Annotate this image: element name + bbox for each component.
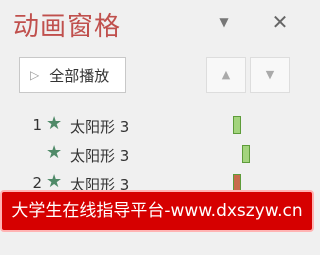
move-up-button[interactable]: ▲ <box>206 57 246 93</box>
chevron-down-icon[interactable]: ▼ <box>212 10 236 34</box>
animation-name: 太阳形 3 <box>70 118 130 136</box>
play-all-label: 全部播放 <box>49 66 110 85</box>
star-icon: ★ <box>46 142 63 163</box>
close-icon[interactable]: ✕ <box>268 10 292 34</box>
animation-name: 太阳形 3 <box>70 147 130 165</box>
star-icon: ★ <box>46 113 63 134</box>
animation-item[interactable]: ★ 太阳形 3 <box>0 141 314 167</box>
timing-bar[interactable] <box>242 145 250 163</box>
timing-bar[interactable] <box>233 116 241 134</box>
animation-item[interactable]: 1 ★ 太阳形 3 <box>0 112 314 138</box>
play-all-button[interactable]: ▷ 全部播放 <box>19 57 126 93</box>
pane-title: 动画窗格 <box>13 12 122 42</box>
move-down-button[interactable]: ▼ <box>250 57 290 93</box>
star-icon: ★ <box>46 171 63 192</box>
animation-number: 1 <box>32 116 42 134</box>
watermark-banner: 大学生在线指导平台-www.dxszyw.cn <box>0 190 314 232</box>
play-icon: ▷ <box>30 68 40 82</box>
animation-pane: 动画窗格 ▼ ✕ ▷ 全部播放 ▲ ▼ 1 ★ 太阳形 3 ★ 太阳形 3 2 … <box>0 0 314 255</box>
